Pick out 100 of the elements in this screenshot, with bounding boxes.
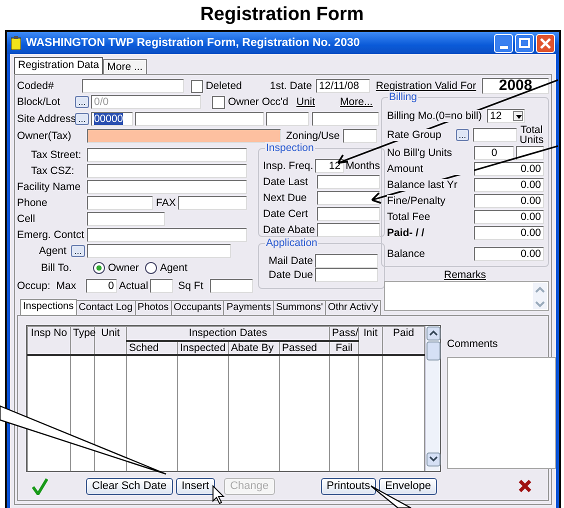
field-label: Tax Street:: [30, 149, 82, 161]
input-field[interactable]: 0: [86, 279, 117, 293]
field-label: Insp. Freq.: [263, 160, 314, 172]
field-label: Fine/Penalty: [387, 195, 474, 207]
scrollbar[interactable]: [425, 326, 440, 471]
input-field[interactable]: [315, 268, 378, 282]
input-field[interactable]: [82, 79, 184, 93]
field-label: Balance last Yr: [387, 179, 474, 191]
remarks-field[interactable]: [384, 281, 549, 311]
cancel-icon[interactable]: [518, 479, 532, 493]
minimize-button[interactable]: [494, 34, 513, 52]
input-field[interactable]: 0.00: [474, 210, 544, 224]
comments-field[interactable]: [447, 357, 556, 469]
column-header: Init: [358, 326, 383, 356]
input-field[interactable]: 00000: [90, 112, 133, 126]
group-title: Inspection: [265, 142, 315, 154]
tab[interactable]: Inspections: [20, 299, 77, 315]
column-header: Insp No: [28, 326, 70, 356]
input-field[interactable]: [87, 148, 247, 162]
tab[interactable]: Registration Data: [14, 57, 104, 74]
input-field[interactable]: [87, 228, 247, 242]
tab[interactable]: Contact Log: [76, 300, 136, 315]
link-label[interactable]: Unit: [296, 96, 316, 108]
input-field[interactable]: [473, 128, 518, 142]
input-field[interactable]: 0: [474, 146, 514, 160]
field-label: Owner(Tax): [17, 130, 72, 142]
browse-button[interactable]: ...: [71, 245, 85, 257]
scrollbar[interactable]: [533, 283, 547, 309]
tab[interactable]: More ...: [103, 59, 147, 74]
input-field[interactable]: 0.00: [474, 162, 544, 176]
push-button[interactable]: Insert: [176, 478, 216, 494]
push-button[interactable]: Envelope: [379, 478, 437, 494]
minimize-icon: [500, 46, 508, 48]
push-button[interactable]: Clear Sch Date: [86, 478, 173, 494]
radio-button[interactable]: [144, 262, 157, 274]
input-field[interactable]: 0.00: [474, 226, 544, 240]
browse-button[interactable]: ...: [456, 128, 470, 140]
input-field[interactable]: [87, 129, 281, 143]
remarks-label: Remarks: [442, 269, 487, 281]
field-label: Owner: [108, 262, 139, 274]
field-label: Date Abate: [263, 224, 316, 236]
field-label: Emerg. Contct: [17, 229, 86, 241]
group-title: Application: [265, 237, 318, 249]
field-label: Actual: [118, 280, 148, 292]
input-field[interactable]: 2008: [482, 78, 549, 94]
push-button[interactable]: Printouts: [320, 478, 376, 494]
column-header: Pass/: [330, 326, 359, 341]
field-label: Zoning/Use: [286, 130, 340, 142]
field-label: Next Due: [263, 192, 308, 204]
checkmark-icon[interactable]: [32, 478, 48, 494]
checkbox[interactable]: [212, 96, 225, 108]
input-field[interactable]: 12/11/08: [316, 79, 370, 93]
field-label: No Bill'g Units: [387, 147, 474, 159]
input-field[interactable]: [210, 279, 253, 293]
field-label: 1st. Date: [270, 80, 312, 92]
window-title: WASHINGTON TWP Registration Form, Registration No. 2030: [26, 37, 361, 49]
tab[interactable]: Payments: [223, 300, 274, 315]
input-field[interactable]: 12: [487, 109, 525, 123]
input-field[interactable]: [87, 196, 153, 210]
field-label: Owner Occ'd: [228, 96, 288, 108]
field-label: Coded#: [17, 80, 55, 92]
link-label[interactable]: More...: [340, 96, 373, 108]
browse-button[interactable]: ...: [75, 113, 89, 125]
clipboard-icon: [11, 36, 21, 50]
maximize-button[interactable]: [515, 34, 534, 52]
input-field[interactable]: [317, 207, 380, 221]
field-label: Bill To.: [40, 262, 73, 274]
input-field[interactable]: [178, 196, 247, 210]
field-label: Date Last: [263, 176, 309, 188]
input-field[interactable]: [317, 191, 380, 205]
input-field[interactable]: [87, 212, 165, 226]
input-field[interactable]: [87, 164, 247, 178]
link-label[interactable]: Registration Valid For: [376, 80, 476, 92]
close-button[interactable]: [536, 34, 555, 52]
field-label: Occup:: [17, 280, 50, 292]
radio-button[interactable]: [93, 262, 105, 274]
input-field[interactable]: [134, 112, 264, 126]
input-field[interactable]: 0.00: [474, 247, 544, 261]
field-label: Block/Lot: [17, 96, 62, 108]
input-field[interactable]: 0.00: [474, 194, 544, 208]
field-label: Paid- / /: [387, 227, 474, 239]
maximize-icon: [519, 38, 530, 48]
input-field[interactable]: [342, 129, 377, 143]
field-label: Tax CSZ:: [30, 165, 76, 177]
input-field[interactable]: [315, 254, 378, 268]
tab[interactable]: Othr Activ'y: [324, 300, 382, 315]
close-icon: [540, 38, 551, 48]
field-label: Phone: [17, 197, 48, 209]
comments-label: Comments: [447, 338, 499, 350]
checkbox[interactable]: [190, 80, 203, 92]
input-field[interactable]: [317, 223, 380, 237]
input-field[interactable]: [266, 112, 310, 126]
input-field[interactable]: [312, 112, 379, 126]
input-field[interactable]: [87, 180, 247, 194]
tab[interactable]: Occupants: [170, 300, 224, 315]
input-field[interactable]: [317, 175, 380, 189]
field-label: Balance: [387, 248, 474, 260]
input-field[interactable]: [87, 244, 231, 258]
input-field[interactable]: [150, 279, 174, 293]
input-field[interactable]: 0.00: [474, 178, 544, 192]
